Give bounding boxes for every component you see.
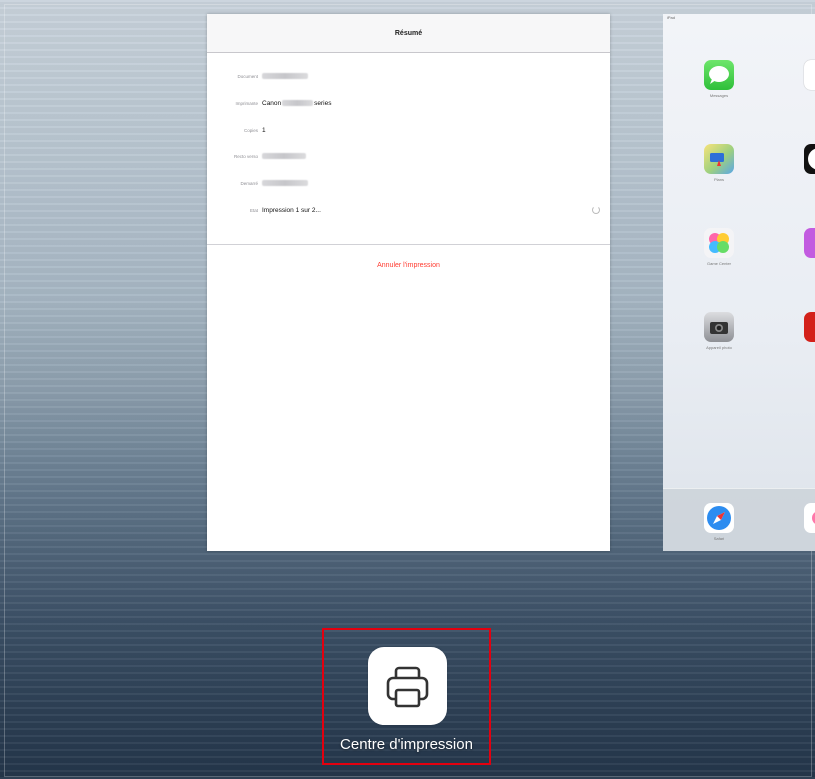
divider <box>207 244 610 245</box>
redacted-value <box>282 100 314 106</box>
print-center-app-icon[interactable] <box>368 647 447 725</box>
row-label: Document <box>237 73 258 79</box>
calendar-icon <box>804 60 815 90</box>
redacted-value <box>262 73 308 79</box>
app-partial-1[interactable] <box>801 60 815 104</box>
row-label: Copies <box>243 127 258 133</box>
redacted-value <box>262 180 308 186</box>
summary-row-started: Demarré <box>207 176 610 190</box>
camera-icon <box>704 312 734 342</box>
app-label: Appareil photo <box>706 345 732 350</box>
game-center-icon <box>704 228 734 258</box>
row-value <box>262 153 306 159</box>
print-center-label: Centre d'impression <box>340 736 473 753</box>
summary-row-copies: Copies 1 <box>207 123 610 137</box>
dock: Safari <box>663 488 815 551</box>
summary-row-duplex: Recto verso <box>207 149 610 163</box>
row-label: Demarré <box>240 180 258 186</box>
clock-icon <box>804 144 815 174</box>
safari-icon <box>704 503 734 533</box>
printer-prefix: Canon <box>262 99 282 107</box>
app-game-center[interactable]: Game Center <box>701 228 737 272</box>
status-bar: iPad <box>667 15 676 20</box>
itunes-icon <box>804 228 815 258</box>
app-partial-3[interactable] <box>801 228 815 272</box>
summary-row-printer: Imprimante Canon series <box>207 96 610 110</box>
row-value: 1 <box>262 126 266 134</box>
row-value: Canon series <box>262 100 332 107</box>
cancel-print-button[interactable]: Annuler l'impression <box>207 262 610 269</box>
app-messages[interactable]: Messages <box>701 60 737 104</box>
card-header: Résumé <box>207 14 610 53</box>
row-label: Imprimante <box>235 100 258 106</box>
redacted-value <box>262 153 306 159</box>
row-label: Etat <box>249 207 258 213</box>
row-value: Impression 1 sur 2... <box>262 206 321 214</box>
maps-icon <box>704 144 734 174</box>
printer-suffix: series <box>314 99 332 107</box>
summary-row-status: Etat Impression 1 sur 2... <box>207 203 610 217</box>
app-plans[interactable]: Plans <box>701 144 737 188</box>
app-camera[interactable]: Appareil photo <box>701 312 737 356</box>
print-summary-card[interactable]: Résumé Document Imprimante Canon series … <box>207 14 610 551</box>
row-value <box>262 73 308 79</box>
printer-icon <box>386 666 429 708</box>
activity-spinner-icon <box>592 206 600 214</box>
app-safari[interactable]: Safari <box>701 503 737 547</box>
photos-icon <box>804 503 815 533</box>
photo-booth-icon <box>804 312 815 342</box>
row-label: Recto verso <box>233 153 258 159</box>
app-label: Game Center <box>706 261 731 266</box>
home-screen-card[interactable]: iPad Messages Plans Game Center Appareil… <box>663 14 815 551</box>
card-title: Résumé <box>394 29 423 37</box>
app-partial-4[interactable] <box>801 312 815 356</box>
app-partial-2[interactable] <box>801 144 815 188</box>
app-label: Plans <box>713 177 724 182</box>
app-label: Safari <box>713 536 725 541</box>
app-label: Messages <box>709 93 729 98</box>
summary-row-document: Document <box>207 69 610 83</box>
messages-icon <box>704 60 734 90</box>
row-value <box>262 180 308 186</box>
app-partial-dock[interactable] <box>801 503 815 547</box>
